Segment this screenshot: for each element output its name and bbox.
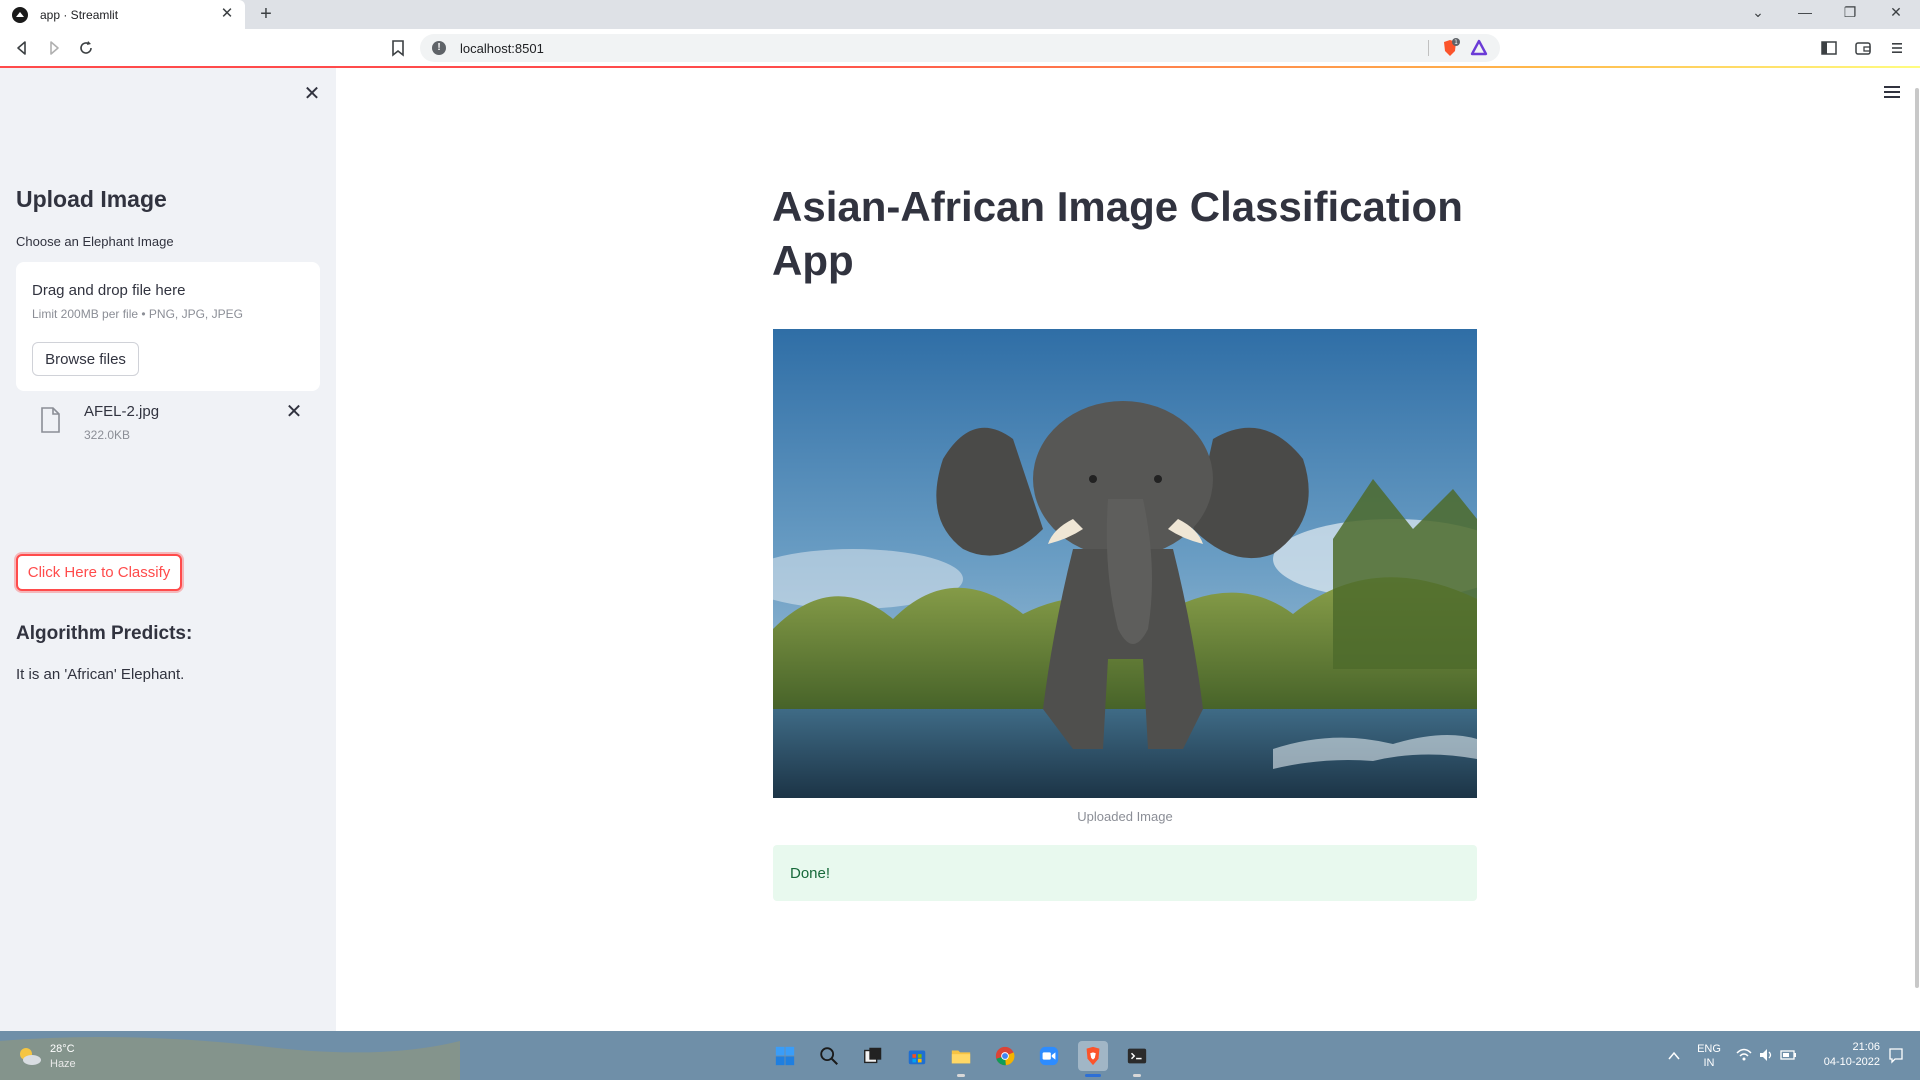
taskbar: 28°C Haze ENG IN 21:06 04-10-2022 bbox=[0, 1031, 1920, 1080]
clock-date: 04-10-2022 bbox=[1823, 1056, 1880, 1068]
url-text: localhost:8501 bbox=[460, 40, 544, 56]
app-menu-icon[interactable] bbox=[1884, 86, 1900, 100]
shield-count: 1 bbox=[1454, 39, 1458, 46]
battery-icon[interactable] bbox=[1778, 1031, 1798, 1080]
back-icon[interactable] bbox=[12, 38, 32, 58]
browser-toolbar: ! localhost:8501 1 bbox=[0, 29, 1920, 67]
dropzone-limit: Limit 200MB per file • PNG, JPG, JPEG bbox=[32, 307, 243, 321]
reload-icon[interactable] bbox=[76, 38, 96, 58]
volume-icon[interactable] bbox=[1756, 1031, 1776, 1080]
file-name: AFEL-2.jpg bbox=[84, 403, 160, 420]
brave-browser-icon[interactable] bbox=[1078, 1041, 1108, 1077]
window-close-icon[interactable]: ✕ bbox=[1884, 4, 1908, 24]
sidebar-toggle-icon[interactable] bbox=[1820, 39, 1838, 57]
running-indicator bbox=[957, 1074, 965, 1077]
forward-icon[interactable] bbox=[44, 38, 64, 58]
language-indicator[interactable]: ENG IN bbox=[1694, 1031, 1724, 1080]
browser-menu-icon[interactable] bbox=[1888, 39, 1906, 57]
address-bar[interactable]: ! localhost:8501 1 bbox=[420, 34, 1500, 62]
weather-widget[interactable]: 28°C Haze bbox=[16, 1039, 96, 1073]
restore-icon[interactable]: ❐ bbox=[1838, 4, 1862, 24]
file-dropzone[interactable]: Drag and drop file here Limit 200MB per … bbox=[16, 262, 320, 391]
tray-overflow-icon[interactable] bbox=[1664, 1031, 1684, 1080]
browser-tab-bar: app · Streamlit ✕ + ⌄ — ❐ ✕ bbox=[0, 0, 1920, 29]
weather-desc: Haze bbox=[50, 1058, 76, 1070]
terminal-icon[interactable] bbox=[1122, 1041, 1152, 1077]
wallet-icon[interactable] bbox=[1854, 39, 1872, 57]
minimize-icon[interactable]: — bbox=[1793, 4, 1817, 24]
file-size: 322.0KB bbox=[84, 428, 131, 442]
file-icon bbox=[38, 406, 62, 434]
region-code: IN bbox=[1703, 1057, 1715, 1069]
file-explorer-icon[interactable] bbox=[946, 1041, 976, 1077]
uploader-label: Choose an Elephant Image bbox=[16, 234, 174, 249]
classify-button[interactable]: Click Here to Classify bbox=[16, 554, 182, 591]
sidebar-close-icon[interactable]: ✕ bbox=[302, 84, 322, 104]
search-icon[interactable] bbox=[814, 1041, 844, 1071]
scrollbar[interactable] bbox=[1915, 88, 1919, 988]
weather-sun-icon bbox=[16, 1045, 42, 1067]
bookmark-icon[interactable] bbox=[390, 38, 406, 58]
image-caption: Uploaded Image bbox=[1077, 809, 1173, 824]
windows-start-icon[interactable] bbox=[770, 1041, 800, 1071]
uploaded-elephant-image bbox=[773, 329, 1477, 798]
running-indicator bbox=[1133, 1074, 1141, 1077]
new-tab-icon[interactable]: + bbox=[256, 4, 276, 24]
zoom-icon[interactable] bbox=[1034, 1041, 1064, 1071]
chrome-icon[interactable] bbox=[990, 1041, 1020, 1071]
success-alert: Done! bbox=[773, 845, 1477, 901]
microsoft-store-icon[interactable] bbox=[902, 1041, 932, 1071]
clock[interactable]: 21:06 04-10-2022 bbox=[1808, 1031, 1880, 1080]
tab-search-chevron-icon[interactable]: ⌄ bbox=[1746, 4, 1770, 24]
url-divider bbox=[1428, 40, 1429, 56]
browser-tab[interactable]: app · Streamlit ✕ bbox=[0, 0, 245, 29]
brave-rewards-icon[interactable] bbox=[1470, 39, 1488, 57]
notification-icon[interactable] bbox=[1886, 1031, 1906, 1080]
dropzone-title: Drag and drop file here bbox=[32, 282, 186, 299]
weather-temp: 28°C bbox=[50, 1043, 75, 1055]
page-title: Asian-African Image Classification App bbox=[772, 183, 1463, 284]
prediction-result: It is an 'African' Elephant. bbox=[16, 666, 185, 683]
sidebar: ✕ Upload Image Choose an Elephant Image … bbox=[0, 68, 336, 1031]
site-info-icon[interactable]: ! bbox=[432, 41, 446, 55]
sidebar-heading: Upload Image bbox=[16, 186, 167, 212]
uploaded-file-item: AFEL-2.jpg 322.0KB ✕ bbox=[16, 396, 320, 446]
tab-close-icon[interactable]: ✕ bbox=[219, 6, 235, 22]
streamlit-favicon-icon bbox=[12, 6, 28, 23]
tab-title: app · Streamlit bbox=[40, 7, 119, 22]
brave-shield-icon[interactable]: 1 bbox=[1440, 38, 1460, 58]
active-indicator bbox=[1085, 1074, 1101, 1077]
predict-heading: Algorithm Predicts: bbox=[16, 623, 193, 644]
remove-file-icon[interactable]: ✕ bbox=[284, 402, 304, 422]
browse-files-button[interactable]: Browse files bbox=[32, 342, 139, 376]
language-code: ENG bbox=[1697, 1043, 1721, 1055]
task-view-icon[interactable] bbox=[858, 1041, 888, 1071]
clock-time: 21:06 bbox=[1852, 1041, 1880, 1053]
main-content: Asian-African Image Classification App U… bbox=[336, 68, 1920, 1031]
wifi-icon[interactable] bbox=[1734, 1031, 1754, 1080]
